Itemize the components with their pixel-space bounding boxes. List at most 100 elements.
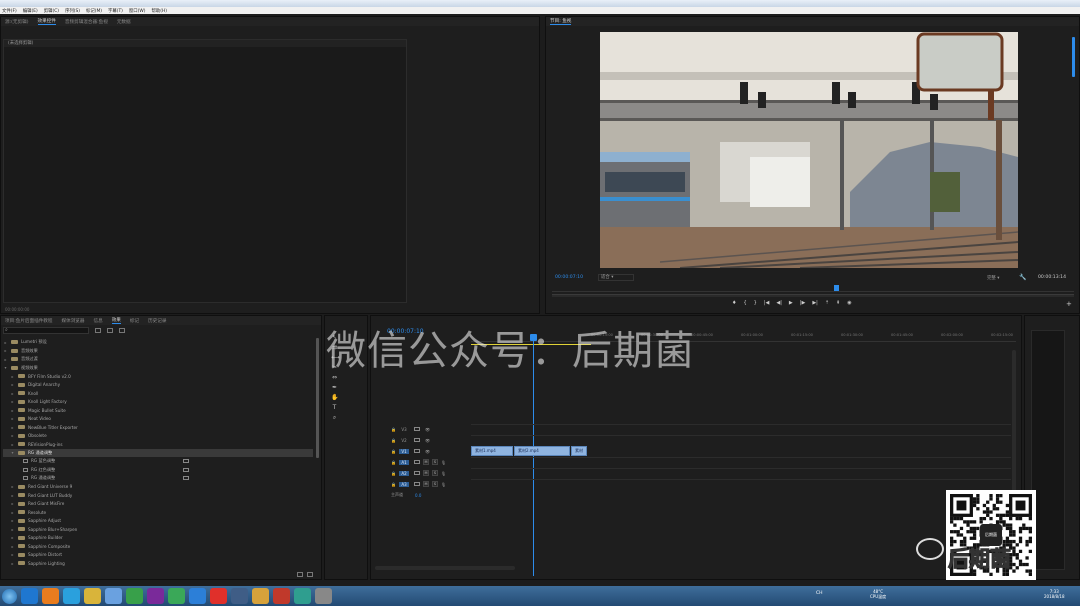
effect-folder[interactable]: ▸ Sapphire Composite [3,542,313,550]
timeline-clip[interactable]: 素材2.mp4 [514,446,570,456]
extract-icon[interactable]: ⇞ [836,300,840,306]
effect-folder[interactable]: ▸ Neat Video [3,415,313,423]
taskbar-ie-icon[interactable] [21,588,38,604]
go-to-out-icon[interactable]: ▶| [812,300,818,306]
effect-folder[interactable]: ▾ 视频效果 [3,364,313,372]
menu-file[interactable]: 文件(F) [2,8,17,14]
mark-in-icon[interactable]: { [743,300,746,306]
lock-icon[interactable]: 🔒 [391,449,396,454]
quality-dropdown[interactable]: 完整 ▾ [987,275,999,281]
lock-icon[interactable]: 🔒 [391,438,396,443]
lock-icon[interactable]: 🔒 [391,460,396,465]
effect-folder[interactable]: ▸ Sapphire Builder [3,534,313,542]
track-m-button[interactable]: M [422,470,429,476]
effect-folder[interactable]: ▸ Magic Bullet Suite [3,406,313,414]
new-bin-icon[interactable] [297,572,303,577]
effect-folder[interactable]: ▸ Red Giant LUT Buddy [3,491,313,499]
step-back-icon[interactable]: ◀| [776,300,782,306]
chevron-right-icon[interactable]: ▸ [10,561,15,566]
tab-project[interactable]: 项目:鱼片后面插件教程 [5,318,53,324]
chevron-right-icon[interactable]: ▸ [10,399,15,404]
tab-effects[interactable]: 效果 [111,317,121,324]
chevron-right-icon[interactable]: ▸ [3,357,8,362]
effect-folder[interactable]: ▸ 音频过渡 [3,355,313,363]
track-s-button[interactable]: S [431,459,438,465]
chevron-right-icon[interactable]: ▸ [10,544,15,549]
chevron-right-icon[interactable]: ▸ [10,552,15,557]
step-forward-icon[interactable]: |▶ [800,300,806,306]
chevron-down-icon[interactable]: ▾ [3,365,8,370]
taskbar-explorer-icon[interactable] [105,588,122,604]
program-playhead-timecode[interactable]: 00:00:07:10 [555,275,583,280]
effect-folder[interactable]: ▸ Digital Anarchy [3,381,313,389]
chevron-right-icon[interactable]: ▸ [10,501,15,506]
track-name[interactable]: V1 [398,448,409,454]
lock-icon[interactable]: 🔒 [391,471,396,476]
chevron-right-icon[interactable]: ▸ [10,391,15,396]
track-name[interactable]: A3 [398,481,409,487]
taskbar-finder-icon[interactable] [315,588,332,604]
chevron-right-icon[interactable]: ▸ [10,484,15,489]
chevron-right-icon[interactable]: ▸ [3,348,8,353]
chevron-right-icon[interactable]: ▸ [10,442,15,447]
menu-edit[interactable]: 编辑(E) [23,8,38,14]
tab-source[interactable]: 源:(无剪辑) [5,19,29,25]
film-icon[interactable] [413,427,420,431]
menu-window[interactable]: 窗口(W) [129,8,146,14]
tab-info[interactable]: 信息 [93,318,102,324]
program-zoom-bar[interactable] [552,294,1074,297]
menu-help[interactable]: 帮助(H) [151,8,167,14]
language-indicator[interactable]: CH [816,591,823,596]
taskbar-music-icon[interactable] [252,588,269,604]
fit-dropdown[interactable]: 适合 ▾ [598,274,634,281]
system-clock[interactable]: 7:33 2018/8/18 [1044,589,1065,599]
taskbar-360-icon[interactable] [168,588,185,604]
tab-metadata[interactable]: 元数据 [117,19,131,25]
speaker-icon[interactable] [413,471,420,475]
chevron-right-icon[interactable]: ▸ [10,527,15,532]
play-icon[interactable]: ▶ [789,300,793,306]
effects-search-input[interactable]: ⌕ [3,327,89,334]
eye-icon[interactable]: 👁 [425,449,430,454]
tab-media-browser[interactable]: 媒体浏览器 [62,318,85,324]
text-tool-icon[interactable]: T [331,404,338,411]
lift-icon[interactable]: ⇡ [825,300,829,306]
taskbar-ps-icon[interactable] [189,588,206,604]
effect-folder[interactable]: ▸ NewBlue Titler Exporter [3,423,313,431]
tab-history[interactable]: 历史记录 [148,318,166,324]
effect-folder[interactable]: ▸ REVisionPlug-ins [3,440,313,448]
effect-folder[interactable]: ▸ Sapphire Blur+Sharpen [3,525,313,533]
effect-folder[interactable]: ▸ Knoll [3,389,313,397]
speaker-icon[interactable] [413,460,420,464]
program-scrubber[interactable] [552,291,1074,292]
program-scrollbar[interactable] [1072,37,1075,77]
effect-folder[interactable]: ▸ BFY Film Studio v2.0 [3,372,313,380]
taskbar-premiere-icon[interactable] [147,588,164,604]
effect-folder[interactable]: ▸ Red Giant Universe 9 [3,483,313,491]
mark-out-icon[interactable]: } [754,300,757,306]
effect-folder[interactable]: ▸ Lumetri 预设 [3,338,313,346]
menu-title[interactable]: 字幕(T) [108,8,123,14]
track-name[interactable]: A2 [398,470,409,476]
chevron-right-icon[interactable]: ▸ [10,408,15,413]
marker-icon[interactable]: ♦ [732,300,736,306]
effect-folder[interactable]: ▸ Sapphire Adjust [3,517,313,525]
wrench-icon[interactable]: 🔧 [1019,274,1026,281]
film-icon[interactable] [413,449,420,453]
speaker-icon[interactable] [413,482,420,486]
track-m-button[interactable]: M [422,481,429,487]
timeline-clip[interactable]: 素材 [571,446,587,456]
tab-program[interactable]: 节目: 鱼视 [550,18,572,25]
chevron-right-icon[interactable]: ▸ [10,425,15,430]
track-m-button[interactable]: M [422,459,429,465]
menu-clip[interactable]: 剪辑(C) [44,8,59,14]
effect-folder[interactable]: ▸ Resolute [3,508,313,516]
timeline-clip[interactable]: 素材1.mp4 [471,446,513,456]
timeline-horizontal-scrollbar[interactable] [375,566,515,570]
chevron-right-icon[interactable]: ▸ [10,518,15,523]
accelerated-effects-icon[interactable] [95,328,101,333]
effect-item[interactable]: RG 红色调整 [3,466,313,474]
taskbar-photos-icon[interactable] [42,588,59,604]
taskbar-media-icon[interactable] [210,588,227,604]
yuv-effects-icon[interactable] [119,328,125,333]
